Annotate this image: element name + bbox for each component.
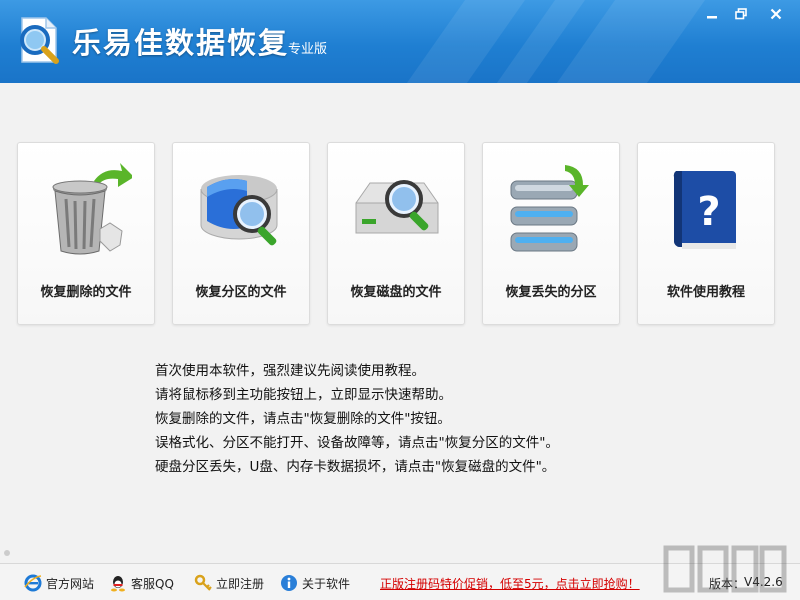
card-label: 恢复删除的文件 [40,285,132,300]
recycle-bin-icon [52,163,132,255]
app-logo-icon [20,17,59,64]
close-icon [770,8,782,20]
info-icon [281,575,297,591]
app-edition: 专业版 [288,42,328,57]
disk-search-icon [355,180,439,234]
ie-icon [24,574,42,592]
restore-icon [735,8,747,20]
watermark-logo [663,545,787,593]
partition-search-icon [200,175,278,246]
help-line: 首次使用本软件，强烈建议先阅读使用教程。 [155,363,425,379]
recover-lost-partition-button[interactable]: 恢复丢失的分区 [482,142,620,325]
help-book-icon: ? [673,171,736,249]
customer-service-qq-link[interactable]: 客服QQ [109,573,174,593]
minimize-button[interactable] [698,4,726,24]
app-title: 乐易佳数据恢复 [72,26,290,60]
card-label: 恢复分区的文件 [195,285,287,300]
software-tutorial-button[interactable]: ? 软件使用教程 [637,142,775,325]
help-line: 恢复删除的文件，请点击"恢复删除的文件"按钮。 [155,411,451,427]
about-software-label: 关于软件 [302,576,351,591]
about-software-link[interactable]: 关于软件 [280,573,350,593]
customer-service-qq-label: 客服QQ [131,576,174,591]
close-button[interactable] [762,4,790,24]
title-bar[interactable]: 乐易佳数据恢复 专业版 [0,0,800,83]
recover-deleted-files-button[interactable]: 恢复删除的文件 [17,142,155,325]
official-website-label: 官方网站 [46,576,95,591]
card-label: 恢复磁盘的文件 [350,285,442,300]
main-panel: 恢复删除的文件 恢复分区的文件 恢复磁盘的文件 恢复丢失的分区 ? 软件使用教程… [0,83,800,563]
register-now-label: 立即注册 [216,576,265,591]
svg-text:?: ? [697,189,720,235]
help-line: 误格式化、分区不能打开、设备故障等，请点击"恢复分区的文件"。 [155,435,559,451]
restore-button[interactable] [727,4,755,24]
card-label: 软件使用教程 [666,285,745,300]
help-line: 硬盘分区丢失，U盘、内存卡数据损坏，请点击"恢复磁盘的文件"。 [155,459,556,475]
help-text: 首次使用本软件，强烈建议先阅读使用教程。 请将鼠标移到主功能按钮上，立即显示快速… [155,359,559,479]
recover-partition-files-button[interactable]: 恢复分区的文件 [172,142,310,325]
card-label: 恢复丢失的分区 [505,285,597,300]
key-icon [194,574,212,591]
minimize-icon [707,16,717,19]
register-now-link[interactable]: 立即注册 [194,573,264,593]
lost-partition-icon [510,165,589,252]
help-line: 请将鼠标移到主功能按钮上，立即显示快速帮助。 [155,387,452,403]
qq-icon [111,576,125,592]
promo-link[interactable]: 正版注册码特价促销，低至5元，点击立即抢购！ [380,575,640,592]
recover-disk-files-button[interactable]: 恢复磁盘的文件 [327,142,465,325]
resize-handle[interactable] [4,550,10,556]
official-website-link[interactable]: 官方网站 [24,573,94,593]
